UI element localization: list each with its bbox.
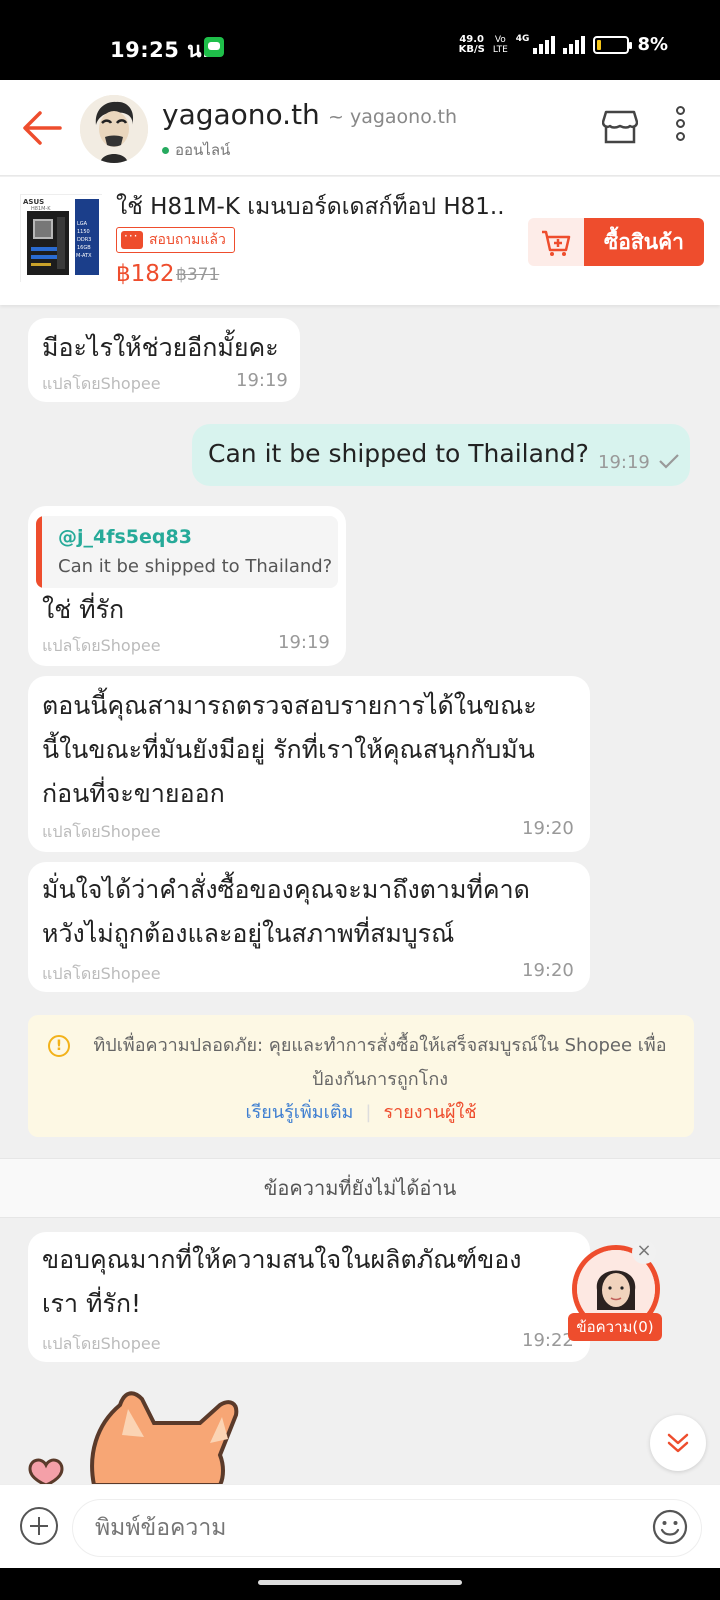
- safety-tip: ! ทิปเพื่อความปลอดภัย: คุยและทำการสั่งซื…: [28, 1015, 694, 1137]
- signal-icon-2: [563, 35, 586, 54]
- product-spec-lga: LGA: [77, 221, 88, 227]
- add-attachment-icon[interactable]: [20, 1507, 58, 1545]
- translated-by: แปลโดยShopee: [42, 1334, 161, 1353]
- message-line: เรา ที่รัก!: [42, 1289, 142, 1318]
- read-check-icon: [659, 454, 679, 469]
- shop-handle: ~ yagaono.th: [328, 106, 458, 128]
- product-original-price: ฿371: [176, 265, 220, 285]
- learn-more-link[interactable]: เรียนรู้เพิ่มเติม: [245, 1102, 353, 1123]
- online-dot-icon: [162, 146, 169, 154]
- message-time: 19:22: [522, 1330, 574, 1351]
- battery-percent: 8%: [637, 34, 668, 55]
- message-text: ใช่ ที่รัก: [42, 595, 125, 624]
- product-image[interactable]: ASUS H81M-K LGA 1150 DDR3 16GB M-ATX: [20, 194, 103, 283]
- home-gesture-bar[interactable]: [258, 1580, 462, 1585]
- online-status: ออนไลน์: [162, 138, 230, 162]
- status-time: 19:25 น.: [110, 38, 211, 62]
- network-speed: 49.0 KB/S: [458, 33, 485, 55]
- add-to-cart-button[interactable]: [528, 218, 584, 266]
- volte-icon: Vo LTE: [492, 34, 508, 55]
- message-bubble[interactable]: มีอะไรให้ช่วยอีกมั้ยคะ แปลโดยShopee 19:1…: [28, 318, 300, 402]
- message-time: 19:19: [236, 370, 288, 391]
- message-time: 19:20: [522, 960, 574, 981]
- safety-tip-links: เรียนรู้เพิ่มเติม | รายงานผู้ใช้: [28, 1097, 694, 1126]
- agent-message-label[interactable]: ข้อความ(0): [568, 1313, 662, 1341]
- message-line: มั่นใจได้ว่าคำสั่งซื้อของคุณจะมาถึงตามที…: [42, 875, 530, 904]
- sent-message-bubble[interactable]: Can it be shipped to Thailand? 19:19: [192, 424, 690, 486]
- double-chevron-down-icon: [667, 1433, 689, 1453]
- message-input-bar: [0, 1484, 720, 1568]
- message-time: 19:19: [598, 452, 650, 473]
- product-title[interactable]: ใช้ H81M-K เมนบอร์ดเดสก์ท็อป H81...: [116, 189, 506, 225]
- system-nav-bar: [0, 1568, 720, 1600]
- safety-tip-text: ทิปเพื่อความปลอดภัย: คุยและทำการสั่งซื้อ…: [93, 1035, 667, 1090]
- message-bubble[interactable]: ตอนนี้คุณสามารถตรวจสอบรายการได้ในขณะ นี้…: [28, 676, 590, 852]
- lte-label: 4G: [515, 34, 530, 44]
- buy-now-button[interactable]: ซื้อสินค้า: [584, 218, 704, 266]
- message-line: หวังไม่ถูกต้องและอยู่ในสภาพที่สมบูรณ์: [42, 919, 455, 948]
- quote-username: @j_4fs5eq83: [58, 526, 192, 548]
- translated-by: แปลโดยShopee: [42, 374, 161, 393]
- cart-plus-icon: [542, 230, 571, 256]
- translated-by: แปลโดยShopee: [42, 822, 161, 841]
- message-bubble[interactable]: ขอบคุณมากที่ให้ความสนใจในผลิตภัณฑ์ของ เร…: [28, 1232, 590, 1362]
- product-spec-ram: DDR3: [77, 237, 91, 243]
- message-text: มีอะไรให้ช่วยอีกมั้ยคะ: [42, 333, 279, 362]
- message-input[interactable]: [72, 1499, 702, 1557]
- product-model-text: H81M-K: [31, 206, 51, 212]
- message-line: นี้ในขณะที่มันยังมีอยู่ รักที่เราให้คุณส…: [42, 735, 535, 764]
- battery-icon: [593, 35, 633, 54]
- message-line: ขอบคุณมากที่ให้ความสนใจในผลิตภัณฑ์ของ: [42, 1245, 522, 1274]
- line-notification-icon: [204, 37, 224, 57]
- chat-bubble-icon: [121, 229, 143, 249]
- message-line: ตอนนี้คุณสามารถตรวจสอบรายการได้ในขณะ: [42, 691, 537, 720]
- message-bubble[interactable]: มั่นใจได้ว่าคำสั่งซื้อของคุณจะมาถึงตามที…: [28, 862, 590, 992]
- unread-divider: ข้อความที่ยังไม่ได้อ่าน: [0, 1158, 720, 1218]
- product-price: ฿182: [116, 261, 175, 287]
- more-options-icon[interactable]: [668, 106, 692, 150]
- status-icons: 49.0 KB/S Vo LTE 4G 8%: [459, 34, 668, 55]
- product-spec-form: M-ATX: [76, 253, 92, 259]
- chat-header: yagaono.th ~ yagaono.th ออนไลน์: [0, 80, 720, 176]
- product-brand-text: ASUS: [23, 198, 44, 206]
- emoji-icon[interactable]: [652, 1509, 688, 1545]
- message-time: 19:19: [278, 632, 330, 653]
- signal-icon: [533, 35, 556, 54]
- status-bar: 19:25 น. 49.0 KB/S Vo LTE 4G 8%: [0, 0, 720, 80]
- cat-sticker[interactable]: [24, 1385, 254, 1485]
- asked-tag-label: สอบถามแล้ว: [149, 232, 226, 248]
- product-card[interactable]: ASUS H81M-K LGA 1150 DDR3 16GB M-ATX ใช้…: [0, 177, 720, 305]
- product-spec-capacity: 16GB: [77, 245, 91, 251]
- message-line: ก่อนที่จะขายออก: [42, 779, 225, 808]
- translated-by: แปลโดยShopee: [42, 636, 161, 655]
- warning-icon: !: [48, 1035, 70, 1057]
- report-user-link[interactable]: รายงานผู้ใช้: [383, 1102, 476, 1123]
- message-text: Can it be shipped to Thailand?: [208, 439, 589, 468]
- asked-tag: สอบถามแล้ว: [116, 227, 235, 253]
- scroll-to-bottom-button[interactable]: [650, 1415, 706, 1471]
- shop-icon[interactable]: [602, 106, 638, 146]
- quoted-message[interactable]: @j_4fs5eq83 Can it be shipped to Thailan…: [36, 516, 338, 588]
- link-separator: |: [365, 1102, 372, 1123]
- quote-text: Can it be shipped to Thailand?: [58, 556, 333, 577]
- close-agent-button[interactable]: ×: [632, 1240, 656, 1264]
- product-spec-socket: 1150: [77, 229, 90, 235]
- message-time: 19:20: [522, 818, 574, 839]
- translated-by: แปลโดยShopee: [42, 964, 161, 983]
- back-arrow-icon[interactable]: [20, 108, 64, 148]
- reply-message-bubble[interactable]: @j_4fs5eq83 Can it be shipped to Thailan…: [28, 506, 346, 666]
- shop-avatar[interactable]: [80, 95, 148, 163]
- online-label: ออนไลน์: [175, 141, 231, 159]
- shop-name[interactable]: yagaono.th: [162, 98, 320, 131]
